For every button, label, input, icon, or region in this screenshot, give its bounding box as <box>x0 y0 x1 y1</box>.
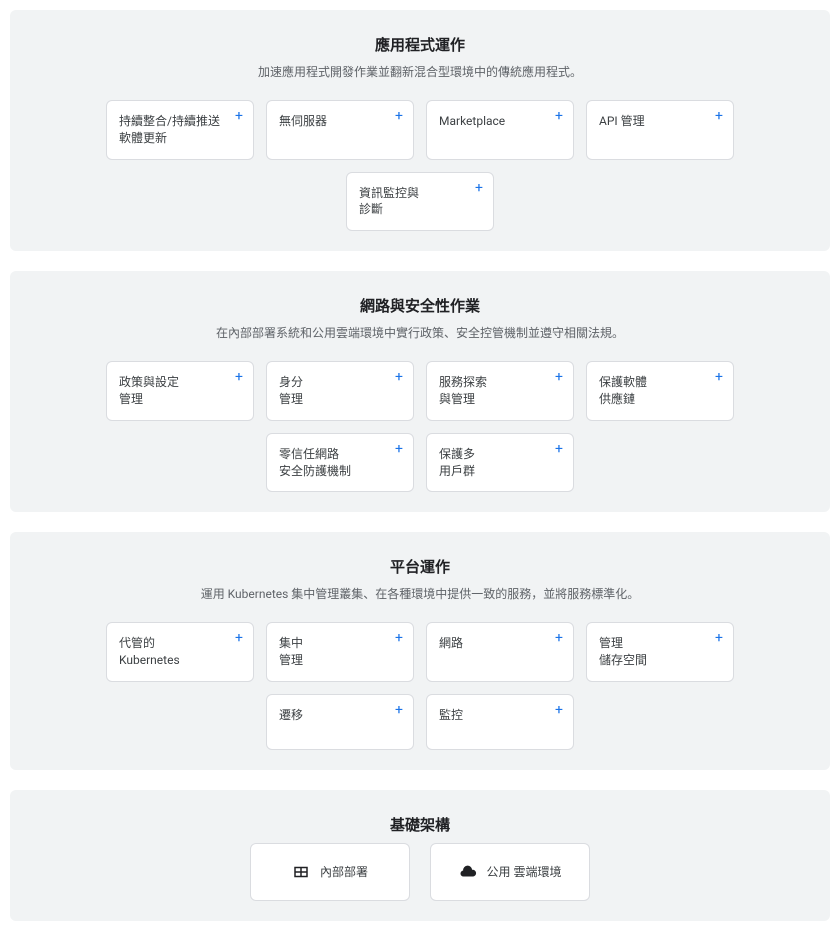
section-title: 應用程式運作 <box>30 34 810 55</box>
section-platform-operations: 平台運作 運用 Kubernetes 集中管理叢集、在各種環境中提供一致的服務，… <box>10 532 830 770</box>
card-label: 無伺服器 <box>279 113 327 130</box>
section-title: 平台運作 <box>30 556 810 577</box>
card-managed-kubernetes[interactable]: 代管的Kubernetes + <box>106 622 254 682</box>
card-central-management[interactable]: 集中管理 + <box>266 622 414 682</box>
card-zero-trust[interactable]: 零信任網路安全防護機制 + <box>266 433 414 493</box>
section-title: 基礎架構 <box>30 814 810 835</box>
plus-icon: + <box>555 109 563 123</box>
card-software-supply-chain[interactable]: 保護軟體供應鏈 + <box>586 361 734 421</box>
card-serverless[interactable]: 無伺服器 + <box>266 100 414 160</box>
card-storage-management[interactable]: 管理儲存空間 + <box>586 622 734 682</box>
cloud-icon <box>459 863 477 881</box>
infra-card-onprem[interactable]: 內部部署 <box>250 843 410 901</box>
card-label: 遷移 <box>279 707 303 724</box>
card-label: 代管的Kubernetes <box>119 635 180 669</box>
section-title: 網路與安全性作業 <box>30 295 810 316</box>
plus-icon: + <box>395 442 403 456</box>
plus-icon: + <box>235 109 243 123</box>
card-monitoring-diagnostics[interactable]: 資訊監控與診斷 + <box>346 172 494 232</box>
cards-container: 政策與設定管理 + 身分管理 + 服務探索與管理 + 保護軟體供應鏈 + 零信任… <box>30 361 810 492</box>
plus-icon: + <box>395 370 403 384</box>
card-ci-cd[interactable]: 持續整合/持續推送軟體更新 + <box>106 100 254 160</box>
card-label: 零信任網路安全防護機制 <box>279 446 351 480</box>
plus-icon: + <box>235 631 243 645</box>
plus-icon: + <box>715 109 723 123</box>
cards-container: 持續整合/持續推送軟體更新 + 無伺服器 + Marketplace + API… <box>30 100 810 231</box>
plus-icon: + <box>395 109 403 123</box>
card-label: 管理儲存空間 <box>599 635 647 669</box>
plus-icon: + <box>555 442 563 456</box>
infra-card-public-cloud[interactable]: 公用 雲端環境 <box>430 843 590 901</box>
card-label: 服務探索與管理 <box>439 374 487 408</box>
section-desc: 加速應用程式開發作業並翻新混合型環境中的傳統應用程式。 <box>30 63 810 80</box>
infra-cards-container: 內部部署 公用 雲端環境 <box>30 843 810 901</box>
section-app-operations: 應用程式運作 加速應用程式開發作業並翻新混合型環境中的傳統應用程式。 持續整合/… <box>10 10 830 251</box>
card-label: 保護軟體供應鏈 <box>599 374 647 408</box>
card-label: 保護多用戶群 <box>439 446 475 480</box>
card-migration[interactable]: 遷移 + <box>266 694 414 750</box>
plus-icon: + <box>395 703 403 717</box>
card-identity-management[interactable]: 身分管理 + <box>266 361 414 421</box>
infra-label: 內部部署 <box>320 863 368 880</box>
card-monitoring[interactable]: 監控 + <box>426 694 574 750</box>
card-multi-tenant[interactable]: 保護多用戶群 + <box>426 433 574 493</box>
card-label: 政策與設定管理 <box>119 374 179 408</box>
card-label: 身分管理 <box>279 374 303 408</box>
plus-icon: + <box>475 181 483 195</box>
section-network-security: 網路與安全性作業 在內部部署系統和公用雲端環境中實行政策、安全控管機制並遵守相關… <box>10 271 830 512</box>
card-label: API 管理 <box>599 113 645 130</box>
card-label: Marketplace <box>439 113 505 130</box>
card-marketplace[interactable]: Marketplace + <box>426 100 574 160</box>
plus-icon: + <box>235 370 243 384</box>
plus-icon: + <box>395 631 403 645</box>
card-label: 持續整合/持續推送軟體更新 <box>119 113 227 147</box>
infra-label: 公用 雲端環境 <box>487 863 562 880</box>
card-service-discovery[interactable]: 服務探索與管理 + <box>426 361 574 421</box>
card-label: 集中管理 <box>279 635 303 669</box>
grid-icon <box>292 863 310 881</box>
cards-container: 代管的Kubernetes + 集中管理 + 網路 + 管理儲存空間 + 遷移 … <box>30 622 810 750</box>
card-policy-config[interactable]: 政策與設定管理 + <box>106 361 254 421</box>
section-desc: 在內部部署系統和公用雲端環境中實行政策、安全控管機制並遵守相關法規。 <box>30 324 810 341</box>
card-network[interactable]: 網路 + <box>426 622 574 682</box>
plus-icon: + <box>555 703 563 717</box>
card-api-management[interactable]: API 管理 + <box>586 100 734 160</box>
section-desc: 運用 Kubernetes 集中管理叢集、在各種環境中提供一致的服務，並將服務標… <box>30 585 810 602</box>
plus-icon: + <box>715 370 723 384</box>
card-label: 監控 <box>439 707 463 724</box>
card-label: 資訊監控與診斷 <box>359 185 419 219</box>
plus-icon: + <box>555 370 563 384</box>
card-label: 網路 <box>439 635 463 652</box>
plus-icon: + <box>715 631 723 645</box>
plus-icon: + <box>555 631 563 645</box>
